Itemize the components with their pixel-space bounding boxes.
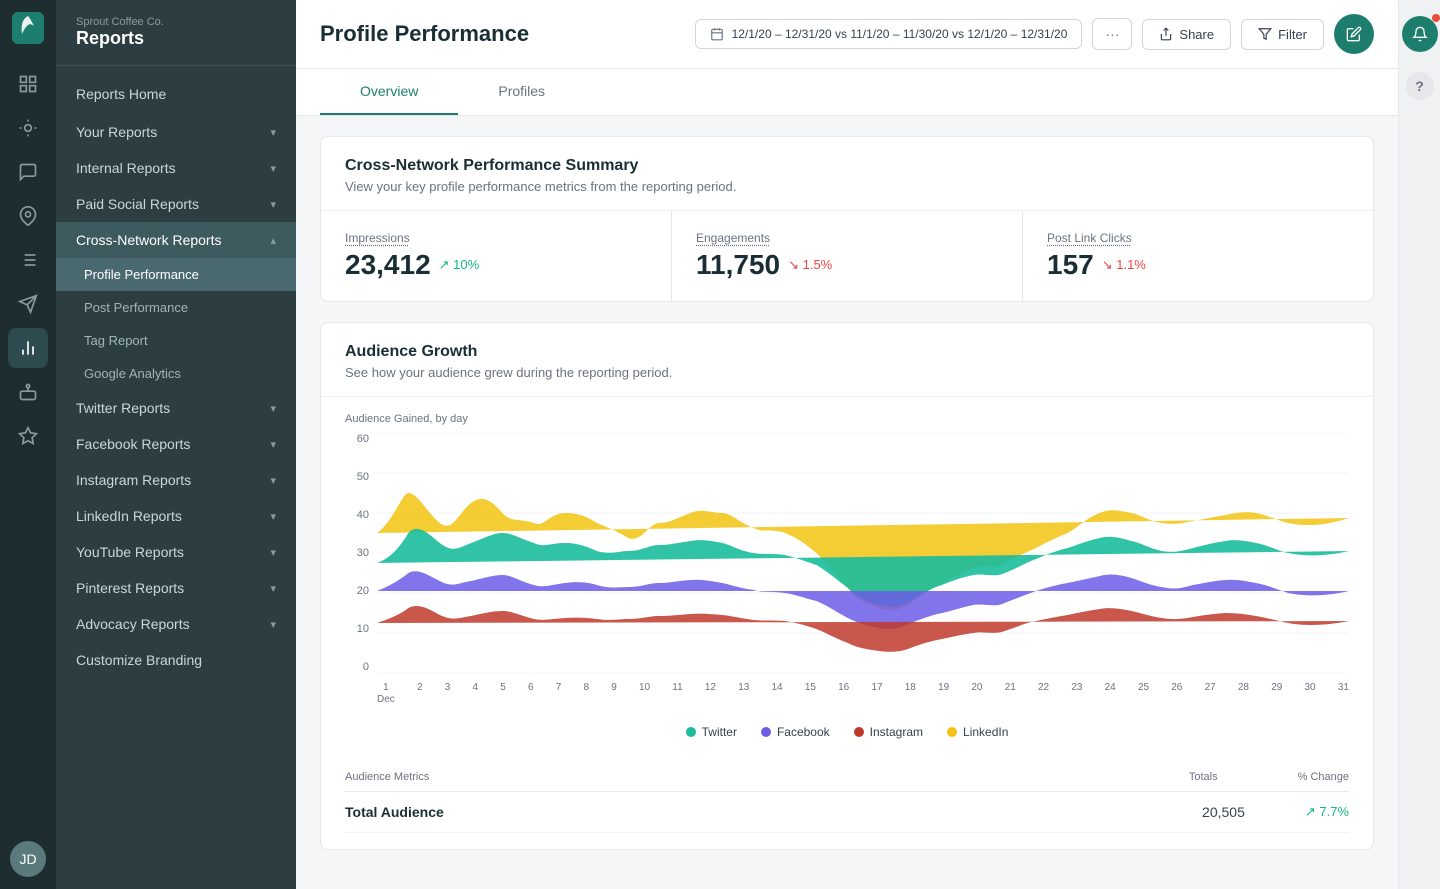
sidebar-item-cross-network[interactable]: Cross-Network Reports ▴ <box>56 222 296 258</box>
legend-item-twitter: Twitter <box>686 725 737 739</box>
audience-metrics-table: Audience Metrics Totals % Change Total A… <box>321 755 1373 849</box>
sidebar-item-advocacy[interactable]: Advocacy Reports ▾ <box>56 606 296 642</box>
sidebar-item-your-reports[interactable]: Your Reports ▾ <box>56 114 296 150</box>
sidebar-item-internal-reports[interactable]: Internal Reports ▾ <box>56 150 296 186</box>
sidebar: Sprout Coffee Co. Reports Reports Home Y… <box>56 0 296 889</box>
metric-post-link-clicks: Post Link Clicks 157 ↘ 1.1% <box>1023 211 1373 301</box>
card-header-audience: Audience Growth See how your audience gr… <box>321 323 1373 397</box>
more-button[interactable]: ··· <box>1092 18 1132 50</box>
content-area: Cross-Network Performance Summary View y… <box>296 116 1398 889</box>
legend-dot-instagram <box>854 727 864 737</box>
app-logo[interactable] <box>12 12 44 44</box>
sidebar-subitem-google-analytics[interactable]: Google Analytics <box>56 357 296 390</box>
chevron-icon: ▾ <box>270 546 276 559</box>
right-panel: ? <box>1398 0 1440 889</box>
chevron-icon: ▾ <box>270 162 276 175</box>
sidebar-item-pinterest[interactable]: Pinterest Reports ▾ <box>56 570 296 606</box>
nav-icon-tasks[interactable] <box>8 240 48 280</box>
chevron-icon: ▾ <box>270 438 276 451</box>
share-icon <box>1159 27 1173 41</box>
nav-icon-star[interactable] <box>8 416 48 456</box>
cross-network-card: Cross-Network Performance Summary View y… <box>320 136 1374 302</box>
nav-icon-pin[interactable] <box>8 196 48 236</box>
main-content: Profile Performance 12/1/20 – 12/31/20 v… <box>296 0 1398 889</box>
chevron-icon: ▾ <box>270 510 276 523</box>
nav-icon-inbox[interactable] <box>8 108 48 148</box>
notification-button[interactable] <box>1402 16 1438 52</box>
legend-dot-facebook <box>761 727 771 737</box>
chart-section: Audience Gained, by day 0 10 20 30 40 50… <box>321 397 1373 755</box>
help-button[interactable]: ? <box>1406 72 1434 100</box>
legend-item-linkedin: LinkedIn <box>947 725 1008 739</box>
area-chart <box>377 433 1349 673</box>
chevron-icon: ▾ <box>270 474 276 487</box>
sidebar-item-facebook[interactable]: Facebook Reports ▾ <box>56 426 296 462</box>
sidebar-item-reports-home[interactable]: Reports Home <box>56 74 296 114</box>
metric-engagements: Engagements 11,750 ↘ 1.5% <box>672 211 1023 301</box>
card-header-cross-network: Cross-Network Performance Summary View y… <box>321 137 1373 211</box>
sidebar-nav: Reports Home Your Reports ▾ Internal Rep… <box>56 66 296 889</box>
sidebar-item-twitter[interactable]: Twitter Reports ▾ <box>56 390 296 426</box>
section-title: Reports <box>76 28 276 49</box>
tab-bar: Overview Profiles <box>296 69 1398 116</box>
table-header: Audience Metrics Totals % Change <box>345 771 1349 792</box>
chevron-icon: ▾ <box>270 198 276 211</box>
sidebar-item-paid-social[interactable]: Paid Social Reports ▾ <box>56 186 296 222</box>
sidebar-item-linkedin[interactable]: LinkedIn Reports ▾ <box>56 498 296 534</box>
legend-item-instagram: Instagram <box>854 725 923 739</box>
chevron-icon: ▾ <box>270 126 276 139</box>
user-avatar[interactable]: JD <box>10 841 46 877</box>
filter-button[interactable]: Filter <box>1241 19 1324 50</box>
chart-legend: Twitter Facebook Instagram LinkedIn <box>345 713 1349 755</box>
legend-item-facebook: Facebook <box>761 725 830 739</box>
nav-icon-publish[interactable] <box>8 284 48 324</box>
sidebar-item-youtube[interactable]: YouTube Reports ▾ <box>56 534 296 570</box>
sidebar-subitem-tag-report[interactable]: Tag Report <box>56 324 296 357</box>
chevron-icon: ▾ <box>270 618 276 631</box>
company-name: Sprout Coffee Co. <box>76 16 276 28</box>
chevron-icon: ▾ <box>270 402 276 415</box>
nav-icon-feed[interactable] <box>8 64 48 104</box>
icon-bar: JD <box>0 0 56 889</box>
chevron-icon: ▾ <box>270 582 276 595</box>
table-row: Total Audience 20,505 ↗ 7.7% <box>345 792 1349 833</box>
chevron-icon: ▴ <box>270 234 276 247</box>
tab-profiles[interactable]: Profiles <box>458 69 585 115</box>
sidebar-header: Sprout Coffee Co. Reports <box>56 0 296 66</box>
sidebar-subitem-post-performance[interactable]: Post Performance <box>56 291 296 324</box>
calendar-icon <box>710 27 724 41</box>
metric-impressions: Impressions 23,412 ↗ 10% <box>321 211 672 301</box>
notification-badge <box>1432 14 1440 22</box>
legend-dot-twitter <box>686 727 696 737</box>
filter-icon <box>1258 27 1272 41</box>
metrics-row: Impressions 23,412 ↗ 10% Engagements 11,… <box>321 211 1373 301</box>
nav-icon-reports[interactable] <box>8 328 48 368</box>
bell-icon <box>1412 26 1428 42</box>
nav-icon-compose[interactable] <box>8 152 48 192</box>
share-button[interactable]: Share <box>1142 19 1231 50</box>
tab-overview[interactable]: Overview <box>320 69 458 115</box>
date-range-button[interactable]: 12/1/20 – 12/31/20 vs 11/1/20 – 11/30/20… <box>695 19 1083 49</box>
audience-growth-card: Audience Growth See how your audience gr… <box>320 322 1374 850</box>
nav-icon-bot[interactable] <box>8 372 48 412</box>
sidebar-item-customize-branding[interactable]: Customize Branding <box>56 642 296 678</box>
edit-icon <box>1346 26 1362 42</box>
main-header: Profile Performance 12/1/20 – 12/31/20 v… <box>296 0 1398 69</box>
page-title: Profile Performance <box>320 21 529 47</box>
sidebar-item-instagram[interactable]: Instagram Reports ▾ <box>56 462 296 498</box>
header-controls: 12/1/20 – 12/31/20 vs 11/1/20 – 11/30/20… <box>695 14 1374 54</box>
legend-dot-linkedin <box>947 727 957 737</box>
sidebar-subitem-profile-performance[interactable]: Profile Performance <box>56 258 296 291</box>
edit-button[interactable] <box>1334 14 1374 54</box>
